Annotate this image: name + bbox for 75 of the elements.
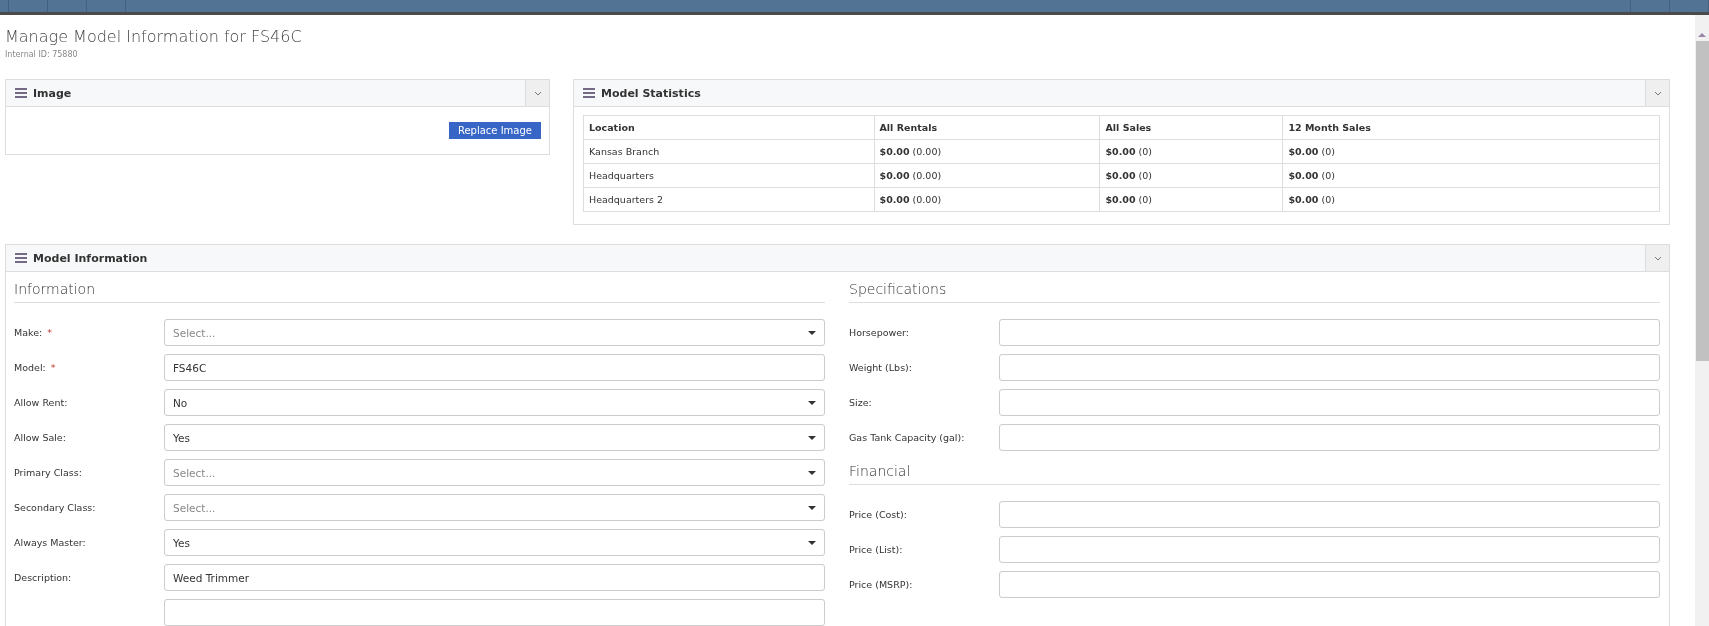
scroll-up-icon[interactable] (1698, 33, 1706, 37)
table-cell: $0.00 (0) (1282, 163, 1660, 188)
table-cell: $0.00 (0) (1099, 163, 1283, 188)
panel-title: Image (33, 86, 72, 100)
page-title: Manage Model Information for FS46C (5, 27, 303, 46)
select-field[interactable]: No (164, 389, 825, 416)
column-header: 12 Month Sales (1282, 115, 1660, 140)
required-mark: * (47, 327, 52, 338)
menu-icon[interactable] (583, 88, 595, 98)
collapse-button[interactable] (525, 80, 549, 106)
select-field[interactable]: Select... (164, 459, 825, 486)
chevron-down-icon (533, 90, 542, 96)
scrollbar[interactable] (1695, 15, 1709, 626)
field-label: Price (MSRP): (849, 579, 913, 590)
field-label: Price (List): (849, 544, 903, 555)
input-field[interactable]: FS46C (164, 354, 825, 381)
input-field[interactable] (999, 501, 1660, 528)
column-header: All Rentals (874, 115, 1100, 140)
menu-icon[interactable] (15, 253, 27, 263)
input-field[interactable] (164, 599, 825, 626)
caret-icon (808, 540, 816, 545)
input-field[interactable] (999, 319, 1660, 346)
field-label: Primary Class: (14, 467, 82, 478)
table-cell: $0.00 (0.00) (874, 187, 1100, 212)
field-label: Horsepower: (849, 327, 910, 338)
section-heading: Specifications (849, 281, 1660, 303)
select-field[interactable]: Yes (164, 424, 825, 451)
select-field[interactable]: Yes (164, 529, 825, 556)
table-cell: $0.00 (0) (1282, 139, 1660, 164)
column-header: Location (583, 115, 874, 140)
table-cell: Headquarters (583, 163, 874, 188)
field-label: Model: (14, 362, 46, 373)
table-cell: $0.00 (0) (1099, 187, 1283, 212)
field-label: Weight (Lbs): (849, 362, 912, 373)
menu-icon[interactable] (15, 88, 27, 98)
caret-icon (808, 435, 816, 440)
table-cell: $0.00 (0) (1282, 187, 1660, 212)
field-label: Description: (14, 572, 72, 583)
select-field[interactable]: Select... (164, 494, 825, 521)
field-label: Allow Rent: (14, 397, 68, 408)
input-field[interactable] (999, 354, 1660, 381)
field-label: Gas Tank Capacity (gal): (849, 432, 965, 443)
input-field[interactable]: Weed Trimmer (164, 564, 825, 591)
select-field[interactable]: Select... (164, 319, 825, 346)
replace-image-button[interactable]: Replace Image (448, 122, 541, 139)
field-label: Make: (14, 327, 43, 338)
table-cell: Headquarters 2 (583, 187, 874, 212)
chevron-down-icon (1653, 90, 1662, 96)
section-heading: Financial (849, 463, 1660, 485)
panel-title: Model Information (33, 251, 148, 265)
input-field[interactable] (999, 424, 1660, 451)
table-cell: $0.00 (0.00) (874, 139, 1100, 164)
caret-icon (808, 470, 816, 475)
section-heading: Information (14, 281, 825, 303)
field-label: Allow Sale: (14, 432, 66, 443)
caret-icon (808, 505, 816, 510)
field-label: Size: (849, 397, 872, 408)
table-cell: $0.00 (0) (1099, 139, 1283, 164)
panel-title: Model Statistics (601, 86, 701, 100)
field-label: Price (Cost): (849, 509, 907, 520)
column-header: All Sales (1099, 115, 1283, 140)
caret-icon (808, 400, 816, 405)
input-field[interactable] (999, 571, 1660, 598)
caret-icon (808, 330, 816, 335)
input-field[interactable] (999, 536, 1660, 563)
input-field[interactable] (999, 389, 1660, 416)
collapse-button[interactable] (1645, 80, 1669, 106)
field-label: Always Master: (14, 537, 86, 548)
collapse-button[interactable] (1645, 245, 1669, 271)
field-label: Secondary Class: (14, 502, 96, 513)
chevron-down-icon (1653, 255, 1662, 261)
internal-id: Internal ID: 75880 (5, 50, 79, 59)
required-mark: * (50, 362, 56, 373)
table-cell: $0.00 (0.00) (874, 163, 1100, 188)
table-cell: Kansas Branch (583, 139, 874, 164)
